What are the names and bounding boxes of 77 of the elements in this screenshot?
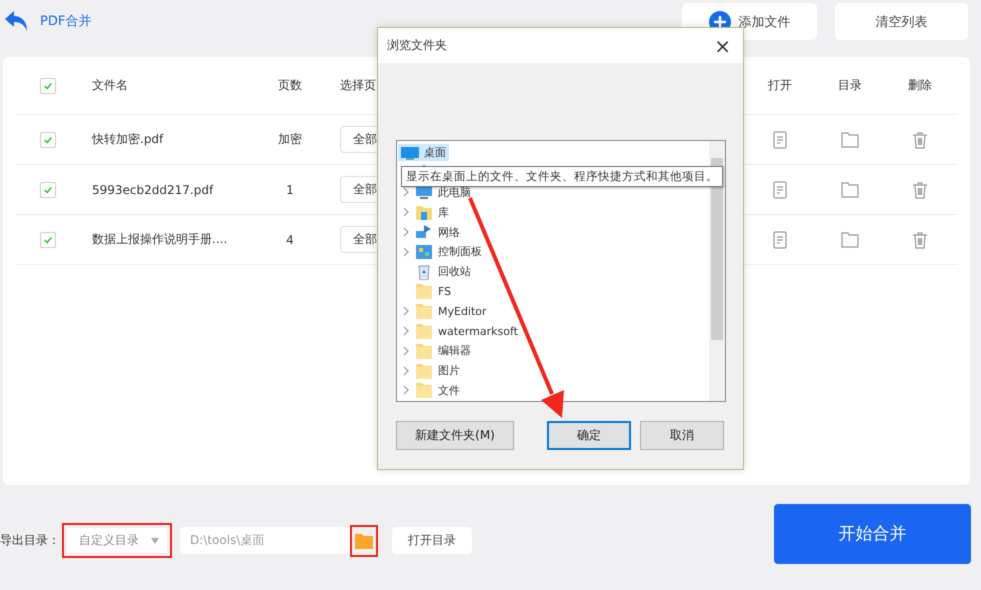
- start-merge-button[interactable]: 开始合并: [774, 504, 971, 564]
- chevron-icon[interactable]: [403, 385, 409, 396]
- page-title: PDF合并: [40, 13, 92, 30]
- tree-item[interactable]: 文件: [416, 382, 460, 398]
- dialog-title: 浏览文件夹: [387, 37, 447, 54]
- tree-item[interactable]: 回收站: [416, 264, 471, 280]
- network-icon: [416, 224, 432, 240]
- column-header: 目录: [838, 77, 862, 94]
- scrollbar[interactable]: [709, 141, 725, 401]
- monitor-icon: [401, 146, 419, 160]
- tree-item[interactable]: 网络: [416, 224, 460, 240]
- trash-icon[interactable]: [912, 230, 928, 248]
- chevron-icon[interactable]: [403, 366, 409, 376]
- tree-item[interactable]: 图片: [416, 362, 460, 379]
- checkmark-icon: [42, 184, 52, 194]
- monitor-icon: [416, 184, 432, 200]
- export-mode-dropdown[interactable]: 自定义目录: [67, 528, 167, 553]
- column-header: 页数: [278, 78, 302, 92]
- trash-icon[interactable]: [912, 130, 928, 148]
- folder-icon: [416, 342, 432, 359]
- folder-icon[interactable]: [841, 132, 859, 148]
- file-name: 数据上报操作说明手册....: [92, 232, 228, 246]
- page-count: 加密: [278, 132, 302, 146]
- checkmark-icon: [42, 80, 52, 90]
- folder-icon: [416, 323, 432, 340]
- library-icon: [416, 204, 432, 220]
- toolbar-button[interactable]: 清空列表: [835, 3, 968, 40]
- chevron-icon[interactable]: [403, 346, 409, 356]
- dialog-button[interactable]: 取消: [640, 421, 724, 450]
- folder-icon: [416, 303, 432, 320]
- column-header: 文件名: [92, 78, 128, 92]
- tree-item[interactable]: MyEditor: [416, 303, 487, 320]
- dropdown-caret-icon: [151, 538, 159, 544]
- column-header: 删除: [908, 77, 932, 94]
- chevron-icon[interactable]: [403, 246, 409, 257]
- column-header: 选择页: [340, 78, 376, 92]
- chevron-icon[interactable]: [403, 227, 409, 238]
- export-label: 导出目录：: [0, 532, 60, 549]
- dialog-button[interactable]: 确定: [547, 421, 631, 450]
- chevron-icon[interactable]: [403, 207, 409, 218]
- folder-icon[interactable]: [841, 232, 859, 248]
- recycle-bin-icon: [416, 264, 432, 280]
- control-panel-icon: [416, 244, 432, 260]
- tree-item[interactable]: 库: [416, 204, 449, 220]
- chevron-icon[interactable]: [403, 187, 409, 198]
- folder-icon: [416, 382, 432, 398]
- tree-item[interactable]: 此电脑: [416, 184, 471, 200]
- document-icon[interactable]: [773, 180, 787, 198]
- tree-item[interactable]: 控制面板: [416, 244, 482, 260]
- tree-item[interactable]: watermarksoft: [416, 323, 518, 340]
- page-count: 4: [286, 232, 294, 246]
- tree-item[interactable]: 桌面: [398, 144, 449, 162]
- checkbox[interactable]: [40, 132, 56, 148]
- document-icon[interactable]: [773, 230, 787, 248]
- open-directory-button[interactable]: 打开目录: [392, 527, 472, 554]
- chevron-icon[interactable]: [403, 326, 409, 336]
- checkbox[interactable]: [40, 232, 56, 248]
- tree-item[interactable]: 编辑器: [416, 342, 471, 359]
- back-arrow-icon[interactable]: [4, 9, 30, 33]
- checkmark-icon: [42, 134, 52, 144]
- chevron-icon[interactable]: [403, 306, 409, 316]
- folder-icon: [416, 362, 432, 379]
- folder-icon: [416, 283, 432, 300]
- column-header: 打开: [768, 77, 792, 94]
- checkbox[interactable]: [40, 182, 56, 198]
- file-name: 5993ecb2dd217.pdf: [92, 182, 214, 196]
- document-icon[interactable]: [773, 130, 787, 148]
- page-count: 1: [286, 182, 294, 196]
- folder-icon[interactable]: [355, 532, 373, 548]
- tree-item[interactable]: FS: [416, 283, 452, 300]
- checkmark-icon: [42, 234, 52, 244]
- folder-icon[interactable]: [841, 182, 859, 198]
- dialog-button[interactable]: 新建文件夹(M): [396, 421, 514, 450]
- file-name: 快转加密.pdf: [92, 132, 164, 146]
- trash-icon[interactable]: [912, 180, 928, 198]
- checkbox[interactable]: [40, 78, 56, 94]
- tooltip: 显示在桌面上的文件、文件夹、程序快捷方式和其他项目。: [401, 166, 723, 187]
